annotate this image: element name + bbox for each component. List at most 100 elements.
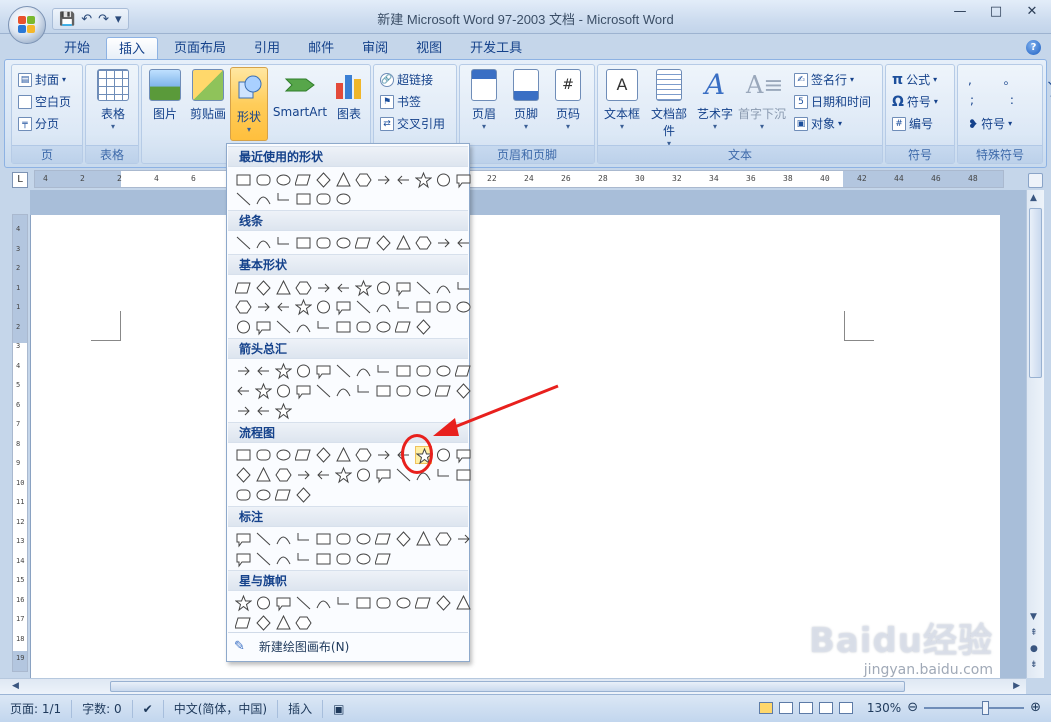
shape-item[interactable]: [375, 382, 392, 400]
wordart-button[interactable]: A 艺术字 ▾: [696, 69, 734, 132]
textbox-button[interactable]: A 文本框 ▾: [602, 69, 642, 131]
shape-item[interactable]: [355, 298, 372, 316]
shape-item[interactable]: [335, 190, 352, 208]
tab-home[interactable]: 开始: [52, 37, 102, 60]
table-button[interactable]: 表格 ▾: [96, 69, 130, 131]
footer-button[interactable]: 页脚 ▾: [508, 69, 544, 131]
shape-item[interactable]: [315, 594, 332, 612]
horizontal-ruler[interactable]: 4224681012141618202224262830323436384042…: [34, 170, 1004, 188]
shape-item[interactable]: [255, 614, 272, 632]
shape-item[interactable]: [335, 550, 352, 568]
shape-item[interactable]: [414, 594, 432, 612]
shape-item[interactable]: [375, 446, 392, 464]
signature-line-button[interactable]: ✍ 签名行 ▾: [794, 71, 854, 88]
page-count[interactable]: 页面: 1/1: [0, 699, 73, 718]
shape-item[interactable]: [435, 362, 452, 380]
shape-item[interactable]: [295, 530, 312, 548]
shape-item[interactable]: [395, 530, 412, 548]
macro-record-icon[interactable]: ▣: [323, 700, 354, 718]
shape-item[interactable]: [235, 362, 252, 380]
shape-item[interactable]: [255, 298, 272, 316]
shape-item[interactable]: [295, 594, 312, 612]
web-layout-icon[interactable]: [798, 701, 813, 714]
word-count[interactable]: 字数: 0: [72, 699, 133, 718]
shape-item[interactable]: [295, 318, 312, 336]
shape-item[interactable]: [354, 234, 372, 252]
quick-parts-button[interactable]: 文档部件 ▾: [646, 69, 692, 148]
full-screen-reading-icon[interactable]: [778, 701, 793, 714]
shape-item[interactable]: [435, 530, 452, 548]
language-indicator[interactable]: 中文(简体，中国): [164, 699, 279, 718]
shape-item[interactable]: [235, 402, 252, 420]
scroll-right-arrow[interactable]: ▶: [1013, 681, 1020, 691]
shape-item[interactable]: [315, 190, 332, 208]
view-ruler-button[interactable]: [1028, 173, 1043, 188]
blank-page-button[interactable]: 空白页: [18, 93, 71, 110]
shape-item[interactable]: [455, 466, 472, 484]
previous-page-icon[interactable]: ⇞: [1030, 628, 1038, 638]
special-symbol-button[interactable]: ❥ 符号 ▾: [968, 115, 1012, 132]
shape-item[interactable]: [454, 362, 472, 380]
hyperlink-button[interactable]: 🔗 超链接: [380, 71, 433, 88]
smartart-button[interactable]: SmartArt: [272, 69, 328, 119]
shape-item[interactable]: [295, 550, 312, 568]
shape-item[interactable]: [294, 298, 313, 316]
shape-item[interactable]: [355, 382, 372, 400]
shape-item[interactable]: [235, 550, 252, 568]
zoom-slider[interactable]: [924, 700, 1025, 715]
shape-item[interactable]: [234, 594, 253, 612]
shape-item[interactable]: [255, 171, 272, 189]
shape-item[interactable]: [275, 171, 292, 189]
shape-item[interactable]: [315, 466, 332, 484]
shape-item[interactable]: [374, 530, 392, 548]
shape-item[interactable]: [375, 171, 392, 189]
dropcap-button[interactable]: A≡ 首字下沉 ▾: [738, 69, 786, 131]
shape-item[interactable]: [375, 318, 392, 336]
symbol-button[interactable]: Ω 符号 ▾: [892, 93, 938, 110]
picture-button[interactable]: 图片: [148, 69, 182, 122]
shape-item[interactable]: [355, 171, 372, 189]
zoom-out-icon[interactable]: ⊖: [907, 700, 918, 715]
shape-item[interactable]: [335, 594, 352, 612]
shape-item[interactable]: [275, 594, 292, 612]
shape-item[interactable]: [435, 466, 452, 484]
shape-item[interactable]: [375, 279, 392, 297]
shape-item[interactable]: [335, 171, 352, 189]
shape-item[interactable]: [395, 362, 412, 380]
shape-item[interactable]: [395, 298, 412, 316]
shape-item[interactable]: [455, 594, 472, 612]
shape-item[interactable]: [375, 298, 392, 316]
scroll-left-arrow[interactable]: ◀: [12, 681, 19, 691]
shape-item[interactable]: [295, 466, 312, 484]
shape-item[interactable]: [255, 486, 272, 504]
shape-item[interactable]: [395, 234, 412, 252]
shape-item[interactable]: [235, 530, 252, 548]
shape-item[interactable]: [395, 279, 412, 297]
tab-developer[interactable]: 开发工具: [458, 37, 534, 60]
shape-item[interactable]: [315, 382, 332, 400]
shape-item[interactable]: [255, 234, 272, 252]
vertical-ruler[interactable]: 4 3 2 1 1 2 3 4 5 6 7 8 9 10 11 12 13 14 15 16 17 18 19: [12, 214, 28, 672]
shape-item[interactable]: [234, 614, 252, 632]
shape-item[interactable]: [355, 594, 372, 612]
shape-item[interactable]: [415, 530, 432, 548]
shape-item[interactable]: [275, 190, 292, 208]
shape-item[interactable]: [315, 318, 332, 336]
shape-item[interactable]: [335, 530, 352, 548]
maximize-button[interactable]: □: [985, 4, 1007, 19]
tab-references[interactable]: 引用: [242, 37, 292, 60]
shape-item[interactable]: [375, 466, 392, 484]
shape-item[interactable]: [435, 234, 452, 252]
close-button[interactable]: ✕: [1021, 4, 1043, 19]
shape-item[interactable]: [235, 382, 252, 400]
office-button[interactable]: [8, 6, 46, 44]
special-chars-row1[interactable]: , 。 、: [968, 71, 1051, 88]
shape-item[interactable]: [415, 298, 432, 316]
shape-item[interactable]: [375, 362, 392, 380]
shape-item[interactable]: [455, 530, 472, 548]
new-drawing-canvas-button[interactable]: ✎ 新建绘图画布(N): [228, 632, 468, 660]
shape-item[interactable]: [355, 362, 372, 380]
shape-item[interactable]: [335, 382, 352, 400]
tab-selector[interactable]: L: [12, 172, 28, 188]
shape-item[interactable]: [295, 486, 312, 504]
